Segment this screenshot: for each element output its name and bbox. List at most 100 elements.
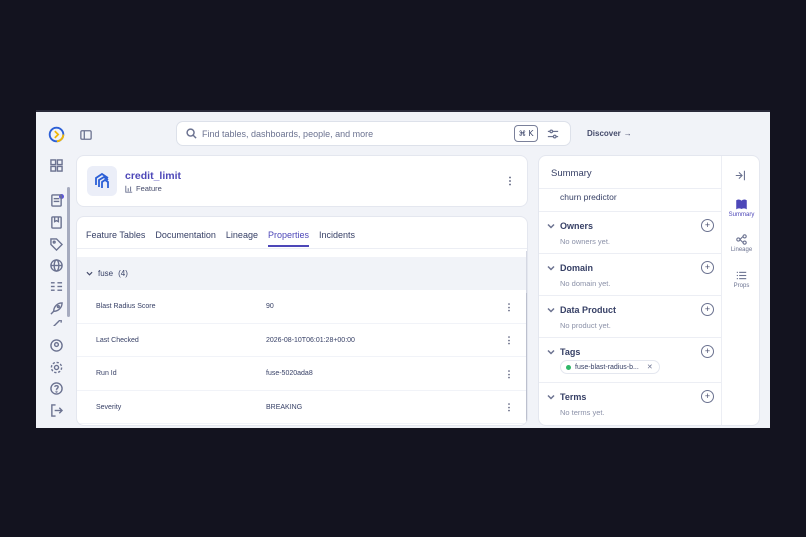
table-row: Severity BREAKING ⋮ [77, 391, 526, 424]
property-name: Blast Radius Score [96, 303, 156, 310]
owners-label: Owners [560, 221, 594, 231]
discover-label: Discover [587, 129, 621, 138]
more-options-icon[interactable]: ⋮ [503, 174, 517, 188]
search-icon [186, 128, 197, 139]
book-icon [736, 199, 747, 210]
property-value: fuse-5020ada8 [266, 370, 313, 377]
add-domain-plus-icon[interactable]: + [701, 261, 714, 274]
property-value: BREAKING [266, 403, 303, 411]
entity-header-card: credit_limit Feature ⋮ [76, 155, 528, 207]
rail-props-label: Props [733, 283, 750, 289]
grid-icon[interactable] [50, 159, 63, 172]
search-bar[interactable]: ⌘ K [176, 121, 571, 146]
sidebar-toggle-icon[interactable] [80, 128, 92, 146]
user-circle-icon[interactable] [50, 339, 63, 352]
table-row: Run Id fuse-5020ada8 ⋮ [77, 357, 526, 391]
rail-lineage-label: Lineage [730, 247, 753, 253]
arrows-icon[interactable] [50, 320, 63, 326]
help-icon[interactable] [50, 382, 63, 395]
property-value: 2026-08-10T06:01:28+00:00 [266, 336, 355, 344]
tab-properties[interactable]: Properties [267, 230, 309, 247]
tag-color-dot [566, 364, 571, 370]
property-name: Run Id [96, 370, 117, 377]
row-menu-icon[interactable]: ⋮ [502, 334, 516, 348]
add-data-product-plus-icon[interactable]: + [701, 303, 714, 316]
nav-scrollbar[interactable] [67, 187, 70, 317]
add-owner-plus-icon[interactable]: + [701, 219, 714, 232]
rail-summary-button[interactable]: Summary [722, 199, 759, 218]
right-rail-divider [721, 156, 722, 425]
property-value: 90 [266, 303, 274, 310]
feature-entity-icon [87, 166, 117, 196]
logout-icon[interactable] [50, 404, 63, 417]
glossary-list-icon[interactable] [50, 280, 63, 293]
lineage-icon [736, 234, 747, 245]
logo-icon[interactable] [48, 126, 65, 143]
group-count: (4) [118, 269, 128, 278]
chart-icon [125, 185, 133, 193]
settings-gear-icon[interactable] [50, 361, 63, 374]
discover-link[interactable]: Discover → [587, 129, 632, 138]
filter-sliders-icon[interactable] [547, 127, 559, 145]
rail-lineage-button[interactable]: Lineage [722, 234, 759, 253]
tab-feature-tables[interactable]: Feature Tables [86, 230, 145, 247]
row-menu-icon[interactable]: ⋮ [502, 401, 516, 415]
summary-title: Summary [551, 168, 592, 179]
properties-panel: Feature Tables Documentation Lineage Pro… [76, 216, 528, 426]
add-term-plus-icon[interactable]: + [701, 390, 714, 403]
chevron-down-icon[interactable] [547, 264, 555, 272]
property-group-header[interactable]: fuse (4) [77, 257, 526, 290]
tab-bar: Feature Tables Documentation Lineage Pro… [86, 230, 355, 247]
document-icon[interactable] [50, 194, 63, 207]
rail-props-button[interactable]: Props [722, 270, 759, 289]
table-row: Last Checked 2026-08-10T06:01:28+00:00 ⋮ [77, 324, 526, 357]
add-tag-plus-icon[interactable]: + [701, 345, 714, 358]
domain-empty: No domain yet. [560, 279, 611, 288]
chevron-down-icon[interactable] [547, 222, 555, 230]
tab-lineage[interactable]: Lineage [226, 230, 258, 247]
tags-section: Tags fuse-blast-radius-b... ✕ + [539, 337, 721, 382]
description-text: churn predictor [560, 192, 617, 202]
chevron-down-icon[interactable] [547, 348, 555, 356]
row-menu-icon[interactable]: ⋮ [502, 367, 516, 381]
search-input[interactable] [202, 128, 502, 139]
row-menu-icon[interactable]: ⋮ [502, 300, 516, 314]
tabs-divider [77, 248, 527, 249]
app-window: ⌘ K Discover → credit_limit Feature ⋮ Fe… [36, 110, 770, 428]
terms-label: Terms [560, 392, 587, 402]
property-name: Last Checked [96, 336, 139, 344]
entity-type: Feature [125, 184, 162, 193]
owners-section: Owners No owners yet. + [539, 211, 721, 253]
collapse-panel-icon[interactable] [735, 168, 746, 186]
chevron-down-icon [86, 271, 93, 276]
data-product-empty: No product yet. [560, 321, 611, 330]
remove-tag-close-icon[interactable]: ✕ [647, 363, 653, 371]
globe-icon[interactable] [50, 259, 63, 272]
summary-panel: Summary churn predictor Owners No owners… [538, 155, 760, 426]
domain-label: Domain [560, 263, 594, 273]
property-name: Severity [96, 403, 122, 411]
rocket-icon[interactable] [50, 302, 63, 315]
bookmark-book-icon[interactable] [50, 216, 63, 229]
entity-name: credit_limit [125, 170, 182, 182]
group-label: fuse [98, 269, 114, 278]
table-row: Blast Radius Score 90 ⋮ [77, 290, 526, 324]
properties-list: fuse (4) Blast Radius Score 90 ⋮ Last Ch… [77, 257, 526, 424]
data-product-label: Data Product [560, 305, 617, 315]
terms-empty: No terms yet. [560, 408, 605, 417]
chevron-down-icon[interactable] [547, 306, 555, 314]
tag-icon[interactable] [50, 238, 63, 251]
tag-chip[interactable]: fuse-blast-radius-b... ✕ [560, 360, 660, 374]
properties-scrollbar-thumb[interactable] [526, 293, 527, 425]
keyboard-shortcut-badge: ⌘ K [514, 125, 538, 142]
tab-incidents[interactable]: Incidents [319, 230, 355, 247]
owners-empty: No owners yet. [560, 237, 611, 246]
tag-label: fuse-blast-radius-b... [575, 363, 639, 371]
tab-documentation[interactable]: Documentation [155, 230, 216, 247]
rail-summary-label: Summary [728, 212, 755, 218]
arrow-right-icon: → [623, 129, 632, 138]
summary-divider [539, 188, 721, 189]
chevron-down-icon[interactable] [547, 393, 555, 401]
list-icon [736, 271, 747, 280]
domain-section: Domain No domain yet. + [539, 253, 721, 295]
